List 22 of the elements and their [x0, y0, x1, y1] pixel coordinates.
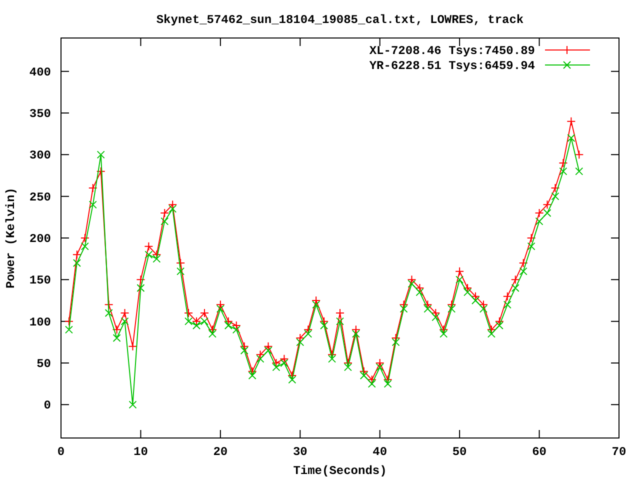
x-tick-label: 70: [612, 445, 626, 459]
chart-title: Skynet_57462_sun_18104_19085_cal.txt, LOWRES, track: [156, 13, 524, 27]
x-tick-label: 10: [134, 445, 148, 459]
x-axis-label: Time(Seconds): [293, 464, 387, 478]
y-tick-label: 400: [29, 65, 51, 80]
x-tick-label: 40: [372, 445, 388, 459]
legend-label: YR-6228.51 Tsys:6459.94: [369, 59, 535, 73]
y-tick-label: 200: [29, 232, 51, 246]
y-tick-label: 150: [29, 274, 51, 288]
x-tick-label: 50: [452, 445, 467, 459]
y-tick-label: 300: [29, 148, 51, 163]
y-tick-label: 100: [29, 315, 51, 330]
y-tick-label: 50: [36, 357, 51, 371]
y-tick-label: 250: [29, 190, 51, 204]
y-tick-label: 350: [29, 107, 51, 121]
y-axis-label: Power (Kelvin): [4, 188, 18, 288]
y-tick-label: 0: [44, 398, 51, 413]
x-tick-label: 30: [292, 445, 308, 459]
x-tick-label: 60: [532, 445, 546, 459]
legend-label: XL-7208.46 Tsys:7450.89: [369, 44, 535, 58]
x-tick-label: 0: [57, 445, 65, 459]
x-tick-label: 20: [213, 445, 228, 459]
